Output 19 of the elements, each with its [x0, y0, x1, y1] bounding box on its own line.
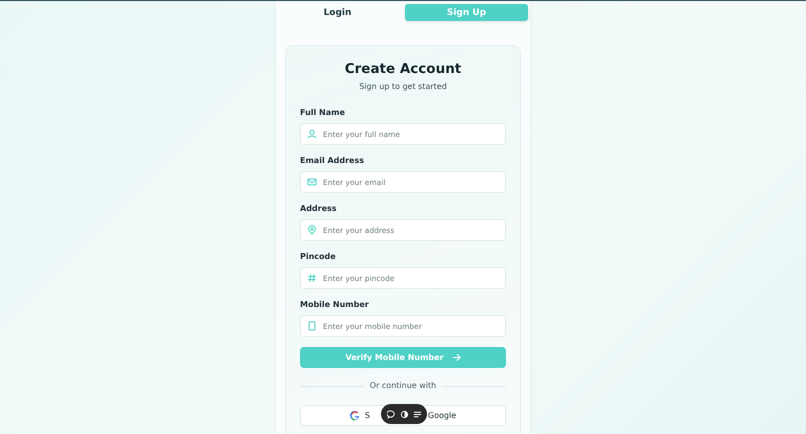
location-pin-icon	[307, 225, 317, 235]
divider-text: Or continue with	[370, 381, 436, 391]
contrast-icon[interactable]	[400, 410, 408, 418]
field-label: Full Name	[300, 108, 345, 118]
hash-icon	[307, 273, 317, 283]
google-g-icon	[350, 410, 360, 420]
form-title: Create Account	[344, 61, 462, 77]
field-label: Email Address	[300, 156, 364, 166]
field-label: Mobile Number	[300, 300, 369, 310]
list-icon[interactable]	[412, 410, 422, 418]
form-subtitle: Sign up to get started	[358, 82, 448, 91]
tab[interactable]: Login	[276, 4, 399, 21]
arrow-right-icon	[452, 353, 461, 362]
phone-icon	[307, 321, 317, 331]
field-label: Pincode	[300, 252, 336, 262]
mail-icon	[307, 177, 317, 187]
chat-icon[interactable]	[386, 410, 396, 418]
field-label: Address	[300, 204, 337, 214]
person-icon	[307, 129, 317, 139]
